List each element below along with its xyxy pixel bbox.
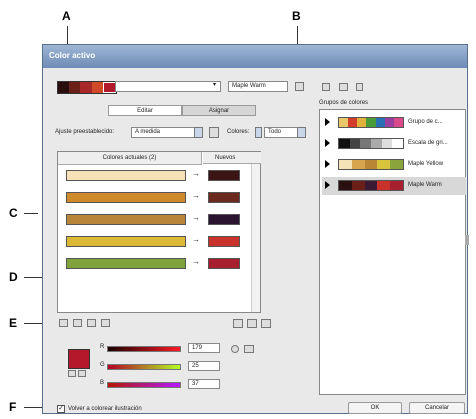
callout-e: E (9, 316, 18, 330)
delete-icon[interactable] (356, 83, 363, 91)
callout-d: D (9, 270, 18, 284)
harmony-swatch[interactable] (69, 82, 81, 93)
callout-a: A (62, 9, 71, 23)
r-value-field[interactable]: 179 (188, 343, 220, 353)
col-new-header: Nuevos (203, 152, 261, 164)
color-group-item[interactable]: Maple Warm (322, 177, 466, 195)
expand-triangle-icon[interactable] (325, 139, 330, 147)
group-color-strip (338, 138, 404, 149)
recolor-checkbox[interactable]: ✓ (57, 405, 65, 413)
cancel-button[interactable]: Cancelar (409, 402, 465, 414)
active-color-swatch[interactable] (68, 349, 90, 369)
preset-label: Ajuste preestablecido: (55, 129, 115, 135)
new-color-swatch[interactable] (208, 236, 240, 247)
g-label: G (100, 362, 105, 368)
exclude-color-icon[interactable] (87, 319, 96, 327)
current-color-swatch[interactable] (66, 258, 186, 269)
dialog-titlebar[interactable]: Color activo (43, 45, 467, 68)
harmony-swatch[interactable] (80, 82, 92, 93)
arrow-icon: → (192, 235, 200, 244)
group-name: Escala de gri... (408, 140, 448, 146)
color-group-item[interactable]: Grupo de c... (322, 114, 466, 132)
new-color-swatch[interactable] (208, 170, 240, 181)
harmony-name-field[interactable]: Maple Warm (228, 81, 288, 92)
group-name: Grupo de c... (408, 119, 443, 125)
arrow-icon: → (192, 213, 200, 222)
color-table: Colores actuales (2) Nuevos → → → → → (57, 151, 261, 313)
group-name: Maple Yellow (408, 161, 444, 167)
current-color-swatch[interactable] (66, 236, 186, 247)
callout-b: B (292, 9, 301, 23)
merge-colors-icon[interactable] (59, 319, 68, 327)
dialog-title: Color activo (49, 51, 96, 60)
current-color-swatch[interactable] (66, 214, 186, 225)
expand-triangle-icon[interactable] (325, 181, 330, 189)
panel-collapse-icon[interactable] (465, 235, 469, 245)
preset-select-arrow-icon[interactable] (194, 127, 203, 138)
groups-panel: Grupo de c... Escala de gri... Maple Yello… (319, 109, 466, 395)
randomize-saturation-icon[interactable] (247, 319, 257, 328)
callout-f: F (9, 400, 17, 414)
callout-c: C (9, 206, 18, 220)
arrow-icon: → (192, 257, 200, 266)
g-value-field[interactable]: 25 (188, 361, 220, 371)
arrow-icon: → (192, 169, 200, 178)
new-color-swatch[interactable] (208, 214, 240, 225)
expand-triangle-icon[interactable] (325, 118, 330, 126)
color-mode-menu-icon[interactable] (231, 345, 239, 353)
new-group-icon[interactable] (322, 83, 330, 91)
recolor-label: Volver a colorear ilustración (68, 406, 142, 412)
col-current-header: Colores actuales (2) (58, 152, 202, 165)
b-value-field[interactable]: 37 (188, 379, 220, 389)
tab-edit[interactable]: Editar (108, 105, 182, 116)
b-slider[interactable] (107, 382, 181, 388)
expand-triangle-icon[interactable] (325, 160, 330, 168)
g-slider[interactable] (107, 364, 181, 370)
tab-assign-label: Asignar (208, 108, 230, 114)
r-label: R (100, 344, 105, 350)
new-folder-icon[interactable] (339, 83, 348, 91)
mode-icon[interactable] (78, 370, 86, 377)
harmony-dropdown-arrow-icon[interactable]: ▾ (213, 81, 221, 92)
new-color-swatch[interactable] (208, 192, 240, 203)
randomize-order-icon[interactable] (233, 319, 243, 328)
tab-assign[interactable]: Asignar (182, 105, 256, 116)
group-name: Maple Warm (408, 182, 442, 188)
colors-label: Colores: (227, 129, 250, 135)
new-color-swatch[interactable] (208, 258, 240, 269)
cancel-button-label: Cancelar (424, 405, 449, 411)
harmony-dropdown[interactable] (115, 81, 221, 92)
table-scrollbar[interactable] (251, 164, 260, 312)
tab-edit-label: Editar (137, 108, 153, 114)
swap-fill-icon[interactable] (68, 370, 76, 377)
colors-stepper[interactable] (255, 127, 262, 138)
group-color-strip (338, 117, 404, 128)
arrow-icon: → (192, 191, 200, 200)
color-library-icon[interactable] (244, 345, 254, 353)
separate-colors-icon[interactable] (73, 319, 82, 327)
current-color-swatch[interactable] (66, 170, 186, 181)
groups-label: Grupos de colores (319, 100, 369, 106)
b-label: B (100, 380, 105, 386)
ok-button[interactable]: OK (348, 402, 402, 414)
preset-select[interactable]: A medida (131, 127, 203, 138)
r-slider[interactable] (107, 346, 181, 352)
ok-button-label: OK (370, 405, 380, 411)
find-color-icon[interactable] (261, 319, 271, 328)
color-dialog: Color activo ▾ Maple Warm Editar Asignar… (42, 44, 469, 414)
harmony-swatch[interactable] (91, 82, 103, 93)
color-group-item[interactable]: Escala de gri... (322, 135, 466, 153)
current-color-swatch[interactable] (66, 192, 186, 203)
color-group-item[interactable]: Maple Yellow (322, 156, 466, 174)
harmony-swatch-row (57, 81, 117, 94)
group-color-strip (338, 180, 404, 191)
new-row-icon[interactable] (101, 319, 110, 327)
group-color-strip (338, 159, 404, 170)
harmony-swatch[interactable] (58, 82, 70, 93)
colors-select-arrow-icon[interactable] (297, 127, 306, 138)
color-reduction-icon[interactable] (209, 127, 219, 138)
save-color-group-icon[interactable] (295, 82, 304, 91)
callout-c-line (24, 213, 38, 214)
